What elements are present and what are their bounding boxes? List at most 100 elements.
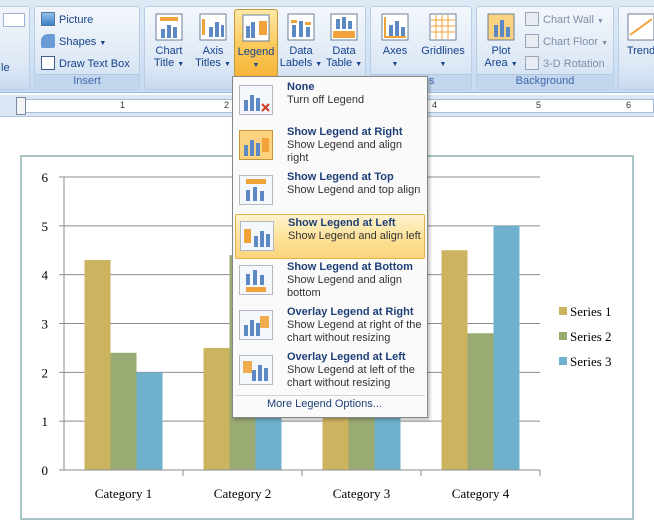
data-labels-icon — [287, 13, 315, 41]
legend-swatch — [559, 357, 567, 365]
insert-group: Picture Shapes ▼ Draw Text Box Insert — [34, 6, 140, 90]
axes-label: Axes — [382, 45, 408, 57]
menu-item-desc: Show Legend and align right — [287, 139, 402, 164]
bar — [203, 347, 230, 470]
menu-item-title: Overlay Legend at Right — [287, 306, 414, 318]
menu-item-desc: Show Legend and top align — [287, 184, 421, 196]
menu-item-title: Overlay Legend at Left — [287, 351, 406, 363]
gridlines-icon — [429, 13, 457, 41]
legend-swatch — [559, 307, 567, 315]
dropdown-box[interactable] — [3, 13, 25, 27]
menu-item-desc: Show Legend at left of the chart without… — [287, 364, 415, 389]
data-table-button[interactable]: Data Table ▼ — [322, 9, 366, 77]
analysis-group-partial: Trend — [618, 6, 654, 90]
text-box-icon — [41, 56, 55, 70]
menu-item-legend-right[interactable]: Show Legend at Right Show Legend and ali… — [235, 124, 425, 169]
plot-area-label-1: Plot — [491, 45, 511, 57]
data-table-label-2: Table — [325, 57, 353, 69]
menu-item-overlay-right[interactable]: Overlay Legend at Right Show Legend at r… — [235, 304, 425, 349]
menu-item-overlay-left[interactable]: Overlay Legend at Left Show Legend at le… — [235, 349, 425, 394]
data-table-icon — [330, 13, 358, 41]
menu-item-title: Show Legend at Bottom — [287, 261, 413, 273]
chart-floor-icon — [525, 34, 539, 48]
legend-label: Series 1 — [570, 304, 612, 319]
ruler-number: 6 — [626, 100, 632, 110]
legend-bottom-icon — [239, 265, 273, 295]
chevron-down-icon: ▼ — [597, 18, 604, 25]
data-labels-button[interactable]: Data Labels ▼ — [279, 9, 323, 77]
chevron-down-icon: ▼ — [224, 61, 231, 68]
chart-title-label-2: Title — [153, 57, 175, 69]
data-table-label-1: Data — [332, 45, 356, 57]
chart-wall-button[interactable]: Chart Wall ▼ — [525, 11, 604, 29]
y-tick-label: 1 — [42, 414, 49, 429]
chart-title-label-1: Chart — [155, 45, 183, 57]
draw-text-box-button[interactable]: Draw Text Box — [41, 55, 130, 73]
trendline-label: Trend — [626, 45, 654, 57]
picture-icon — [41, 12, 55, 26]
legend-overlay-left-icon — [239, 355, 273, 385]
chart-title-icon — [155, 13, 183, 41]
menu-item-legend-top[interactable]: Show Legend at Top Show Legend and top a… — [235, 169, 425, 214]
3d-rotation-button[interactable]: 3-D Rotation — [525, 55, 605, 73]
legend-overlay-right-icon — [239, 310, 273, 340]
menu-item-desc: Show Legend and align left — [288, 230, 421, 242]
gridlines-label: Gridlines — [421, 45, 465, 57]
chevron-down-icon: ▼ — [252, 62, 260, 69]
axes-button[interactable]: Axes ▼ — [373, 9, 417, 77]
ruler-number: 1 — [120, 100, 126, 110]
gridlines-button[interactable]: Gridlines ▼ — [417, 9, 469, 77]
picture-button[interactable]: Picture — [41, 11, 93, 29]
ruler-number: 2 — [224, 100, 230, 110]
partial-group-left: le — [0, 6, 30, 90]
more-legend-options-link[interactable]: More Legend Options... — [267, 398, 382, 410]
legend-right-icon — [239, 130, 273, 160]
menu-item-title: None — [287, 81, 315, 93]
y-tick-label: 6 — [42, 170, 49, 185]
legend-swatch — [559, 332, 567, 340]
bar — [467, 333, 494, 470]
plot-area-label-2: Area — [484, 57, 508, 69]
axis-titles-icon — [199, 13, 227, 41]
plot-area-button[interactable]: Plot Area ▼ — [479, 9, 523, 77]
bar — [136, 372, 163, 470]
shapes-icon — [41, 34, 55, 48]
legend-icon — [242, 14, 270, 42]
chart-floor-button[interactable]: Chart Floor ▼ — [525, 33, 608, 51]
bar — [110, 352, 137, 470]
menu-separator — [235, 395, 425, 396]
x-tick-label: Category 1 — [95, 486, 152, 501]
y-tick-label: 2 — [42, 365, 49, 380]
x-tick-label: Category 2 — [214, 486, 271, 501]
axis-titles-button[interactable]: Axis Titles ▼ — [191, 9, 235, 77]
legend-label: Series 2 — [570, 329, 612, 344]
plot-area-icon — [487, 13, 515, 41]
menu-item-title: Show Legend at Left — [288, 217, 396, 229]
menu-item-desc: Show Legend and align bottom — [287, 274, 402, 299]
background-group-label: Background — [477, 74, 613, 88]
indent-marker[interactable] — [16, 97, 26, 115]
legend-label: Legend — [237, 46, 275, 58]
trendline-button[interactable]: Trend — [621, 9, 654, 77]
y-tick-label: 0 — [42, 463, 49, 478]
menu-item-legend-left[interactable]: Show Legend at Left Show Legend and alig… — [235, 214, 425, 259]
chevron-down-icon: ▼ — [99, 40, 107, 47]
axis-titles-label-2: Titles — [195, 57, 221, 69]
legend-button[interactable]: Legend ▼ — [234, 9, 278, 77]
chevron-down-icon: ▼ — [355, 61, 363, 68]
chart-title-button[interactable]: Chart Title ▼ — [147, 9, 191, 77]
insert-group-label: Insert — [35, 74, 139, 88]
shapes-button[interactable]: Shapes ▼ — [41, 33, 106, 51]
legend-top-icon — [239, 175, 273, 205]
menu-item-legend-bottom[interactable]: Show Legend at Bottom Show Legend and al… — [235, 259, 425, 304]
bar — [493, 225, 520, 470]
legend-label: Series 3 — [570, 354, 612, 369]
bar — [84, 260, 111, 470]
chevron-down-icon: ▼ — [177, 61, 185, 68]
data-labels-label-2: Labels — [279, 57, 313, 69]
x-tick-label: Category 4 — [452, 486, 510, 501]
chevron-down-icon: ▼ — [601, 40, 609, 47]
ruler-number: 5 — [536, 100, 542, 110]
menu-item-none[interactable]: None Turn off Legend — [235, 79, 425, 124]
y-tick-label: 5 — [42, 219, 49, 234]
